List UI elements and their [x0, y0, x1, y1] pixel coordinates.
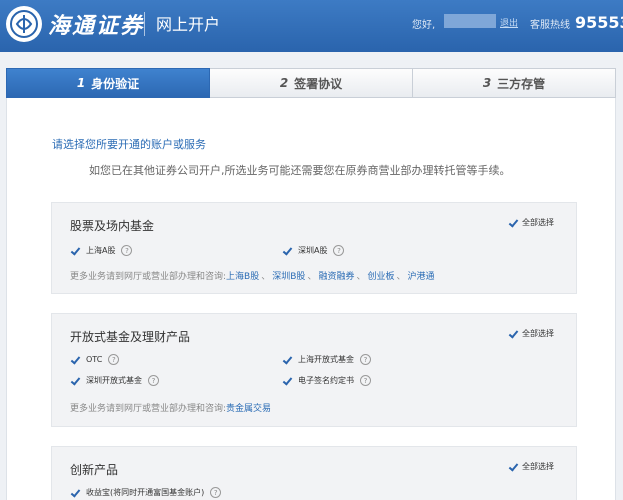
link-margin-trading[interactable]: 融资融券: [318, 269, 354, 282]
link-shanghai-b[interactable]: 上海B股: [226, 269, 259, 282]
checkmark-icon: [70, 355, 80, 365]
step-label: 签署协议: [294, 76, 343, 91]
option-label: OTC: [86, 355, 103, 364]
link-shenzhen-b[interactable]: 深圳B股: [272, 269, 305, 282]
link-chinext[interactable]: 创业板: [367, 269, 394, 282]
section-innovative-products: 创新产品 全部选择 收益宝(将同时开通富国基金账户) ?: [51, 446, 577, 500]
select-all-label: 全部选择: [522, 329, 554, 338]
logo-text: 海通证券: [48, 13, 145, 39]
checkmark-icon: [282, 246, 292, 256]
select-all-checkbox[interactable]: 全部选择: [508, 328, 554, 339]
option-label: 电子签名约定书: [298, 376, 354, 385]
step-third-party-custody[interactable]: 3 三方存管: [413, 68, 616, 98]
section-title: 创新产品: [70, 463, 119, 477]
step-number: 3: [482, 76, 492, 90]
checkbox-shanghai-open-fund[interactable]: 上海开放式基金 ?: [282, 354, 371, 365]
haitong-logo-icon: [6, 6, 42, 42]
step-label: 三方存管: [497, 76, 546, 91]
checkbox-e-signature[interactable]: 电子签名约定书 ?: [282, 375, 371, 386]
section-open-funds: 开放式基金及理财产品 全部选择 OTC ? 上海开放式基金 ? 深圳开放式基金 …: [51, 313, 577, 427]
checkbox-shouyibao[interactable]: 收益宝(将同时开通富国基金账户) ?: [70, 487, 222, 498]
checkbox-otc[interactable]: OTC ?: [70, 354, 120, 365]
section-title: 开放式基金及理财产品: [70, 330, 191, 344]
hotline-label: 客服热线: [530, 20, 570, 31]
more-prefix: 更多业务请到网厅或营业部办理和咨询:: [70, 272, 227, 282]
intro-note: 如您已在其他证券公司开户,所选业务可能还需要您在原券商营业部办理转托管等手续。: [89, 164, 511, 177]
option-label: 深圳开放式基金: [86, 376, 142, 385]
logout-link[interactable]: 退出: [500, 16, 518, 29]
checkmark-icon: [282, 376, 292, 386]
checkmark-icon: [508, 462, 518, 472]
more-services: 更多业务请到网厅或营业部办理和咨询: 贵金属交易: [70, 401, 271, 414]
step-label: 身份验证: [91, 76, 140, 91]
checkbox-shenzhen-a[interactable]: 深圳A股 ?: [282, 245, 345, 256]
header-divider: [144, 12, 145, 36]
step-number: 1: [76, 76, 86, 90]
checkmark-icon: [70, 376, 80, 386]
checkmark-icon: [508, 329, 518, 339]
step-tabs: 1 身份验证 2 签署协议 3 三方存管: [6, 68, 616, 98]
option-label: 上海开放式基金: [298, 355, 354, 364]
hotline-number: 95553: [575, 13, 623, 32]
link-shanghai-hk-connect[interactable]: 沪港通: [408, 269, 435, 282]
greeting-text: 您好,: [412, 20, 436, 31]
help-icon[interactable]: ?: [108, 354, 120, 365]
help-icon[interactable]: ?: [333, 245, 345, 256]
section-title: 股票及场内基金: [70, 219, 155, 233]
checkbox-shenzhen-open-fund[interactable]: 深圳开放式基金 ?: [70, 375, 159, 386]
logo[interactable]: 海通证券: [6, 6, 144, 42]
checkmark-icon: [282, 355, 292, 365]
link-precious-metals[interactable]: 贵金属交易: [226, 401, 271, 414]
select-all-label: 全部选择: [522, 462, 554, 471]
select-all-checkbox[interactable]: 全部选择: [508, 217, 554, 228]
intro-title: 请选择您所要开通的账户或服务: [52, 138, 206, 151]
help-icon[interactable]: ?: [210, 487, 222, 498]
select-all-checkbox[interactable]: 全部选择: [508, 461, 554, 472]
step-sign-agreement[interactable]: 2 签署协议: [210, 68, 413, 98]
help-icon[interactable]: ?: [121, 245, 133, 256]
step-identity-verify[interactable]: 1 身份验证: [6, 68, 210, 98]
username-masked: [444, 14, 496, 28]
option-label: 深圳A股: [298, 246, 328, 255]
option-label: 上海A股: [86, 246, 116, 255]
checkmark-icon: [70, 246, 80, 256]
option-label: 收益宝(将同时开通富国基金账户): [86, 488, 205, 497]
main-content: 请选择您所要开通的账户或服务 如您已在其他证券公司开户,所选业务可能还需要您在原…: [6, 98, 616, 500]
checkmark-icon: [508, 218, 518, 228]
more-services: 更多业务请到网厅或营业部办理和咨询: 上海B股、 深圳B股、 融资融券、 创业板…: [70, 269, 435, 282]
select-all-label: 全部选择: [522, 218, 554, 227]
checkmark-icon: [70, 488, 80, 498]
help-icon[interactable]: ?: [360, 354, 371, 365]
section-stocks: 股票及场内基金 全部选择 上海A股 ? 深圳A股 ? 更多业务请到网厅或营业部办…: [51, 202, 577, 294]
more-prefix: 更多业务请到网厅或营业部办理和咨询:: [70, 404, 227, 414]
header-bar: 海通证券 网上开户 您好, 退出 客服热线 95553: [0, 0, 623, 52]
help-icon[interactable]: ?: [148, 375, 159, 386]
page-title: 网上开户: [156, 15, 221, 34]
help-icon[interactable]: ?: [360, 375, 371, 386]
step-number: 2: [279, 76, 289, 90]
checkbox-shanghai-a[interactable]: 上海A股 ?: [70, 245, 133, 256]
